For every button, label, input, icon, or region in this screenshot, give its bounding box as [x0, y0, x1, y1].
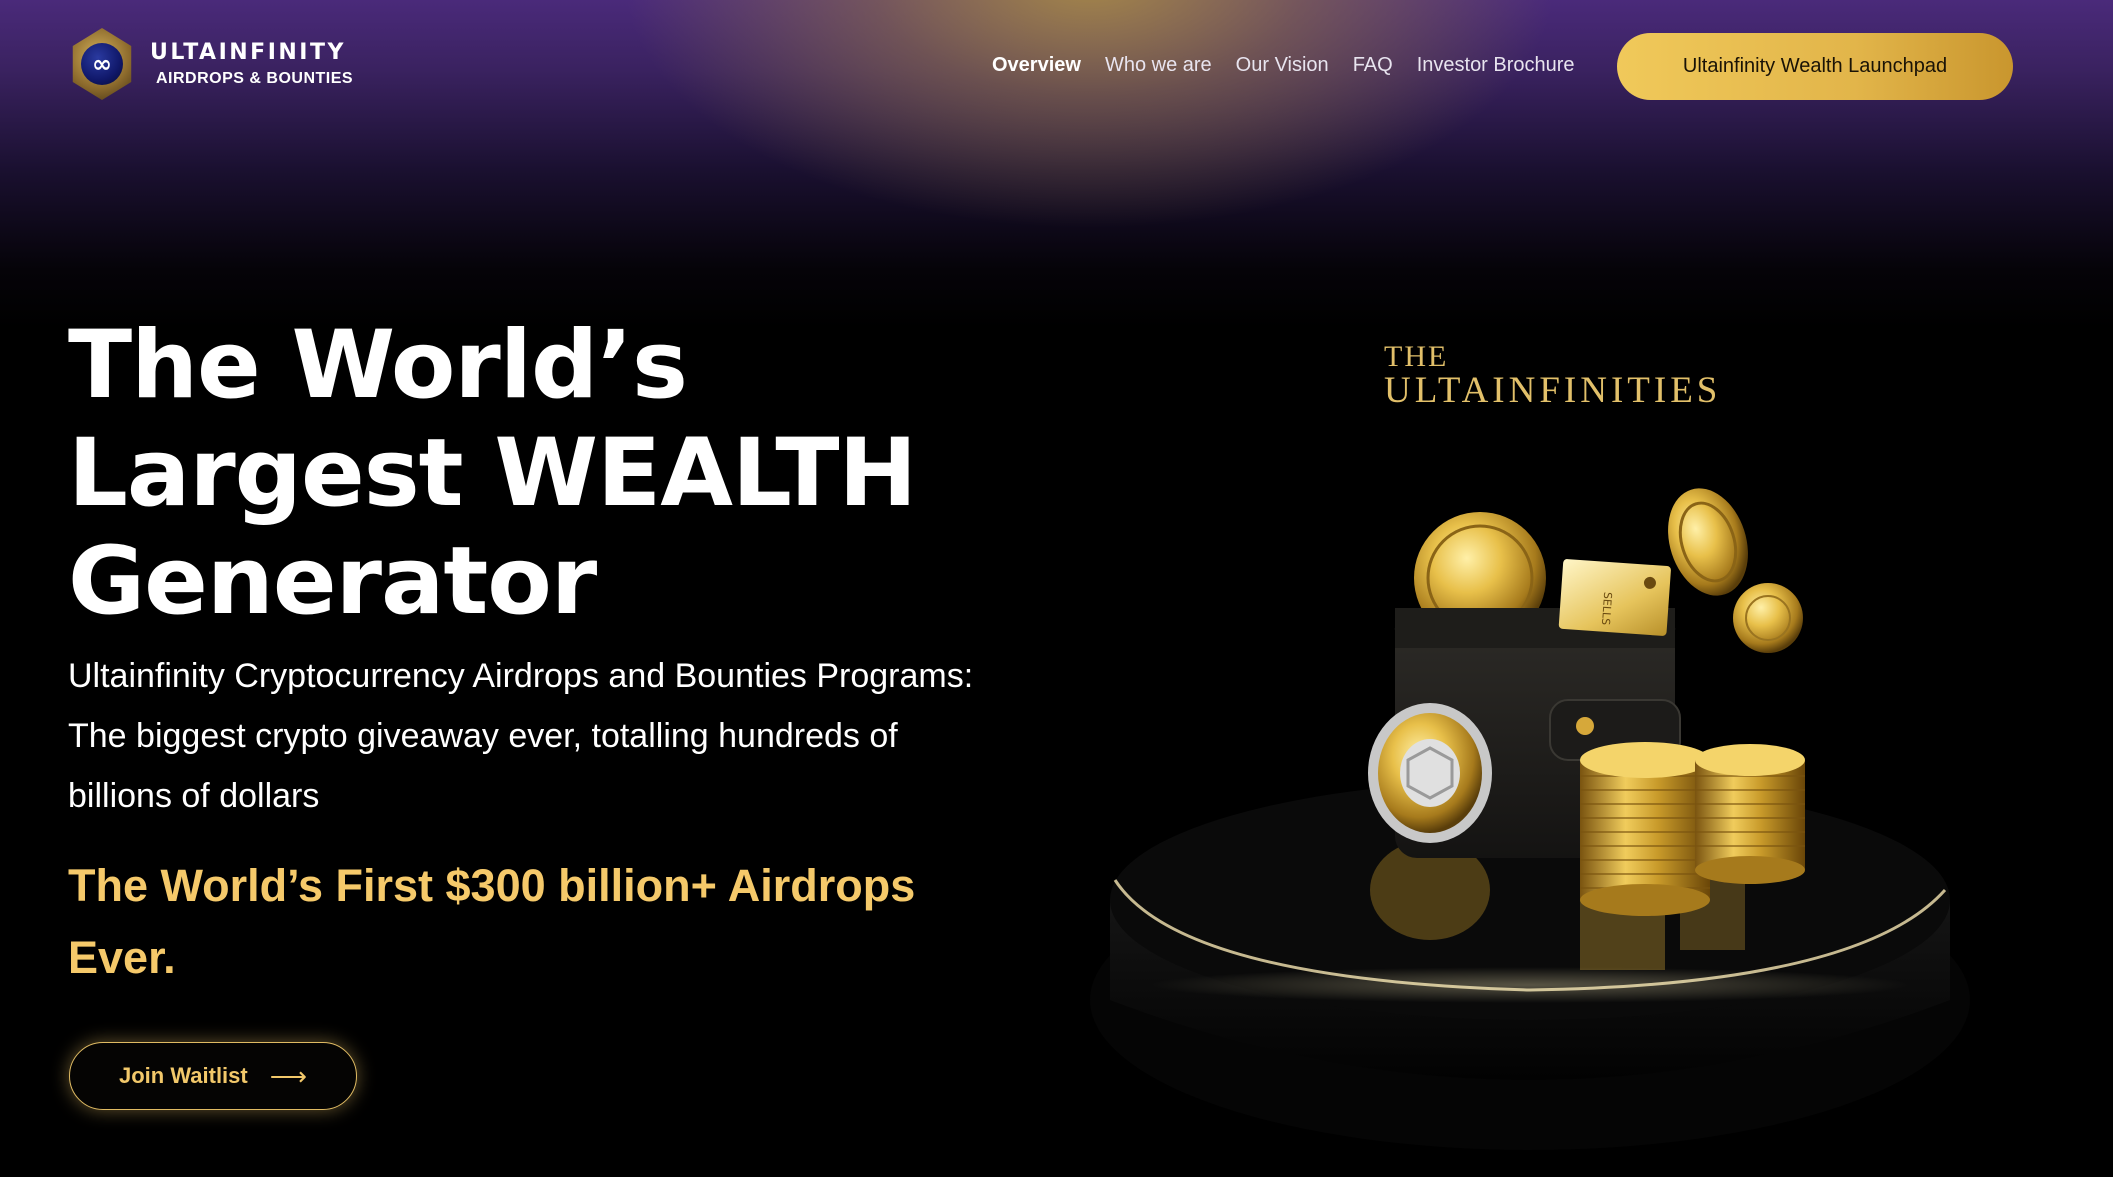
nav-who-we-are[interactable]: Who we are	[1105, 54, 1212, 77]
coin-stack-short	[1695, 744, 1805, 884]
flying-coin-large	[1668, 488, 1748, 596]
nav-our-vision[interactable]: Our Vision	[1236, 54, 1329, 77]
hero-title-line-1: The World’s	[68, 311, 688, 420]
brand-the: THE	[1384, 340, 1449, 373]
flying-coin-small	[1733, 583, 1803, 653]
nav-faq[interactable]: FAQ	[1353, 54, 1393, 77]
join-waitlist-button[interactable]: Join Waitlist ⟶	[69, 1042, 357, 1110]
logo-badge-icon: ∞	[68, 28, 136, 100]
site-logo[interactable]: ∞ ULTAINFINITY AIRDROPS & BOUNTIES	[68, 28, 353, 100]
brand-name: ULTAINFINITIES	[1384, 370, 1722, 411]
hero-title: The World’s Largest WEALTH Generator	[68, 312, 1008, 636]
logo-subtitle: AIRDROPS & BOUNTIES	[156, 70, 354, 87]
wealth-launchpad-button[interactable]: Ultainfinity Wealth Launchpad	[1617, 33, 2013, 100]
hero-description: Ultainfinity Cryptocurrency Airdrops and…	[68, 657, 974, 815]
join-waitlist-label: Join Waitlist	[118, 1063, 248, 1088]
logo-title: ULTAINFINITY	[150, 40, 346, 65]
arrow-right-icon: ⟶	[269, 1060, 308, 1091]
nav-investor-brochure[interactable]: Investor Brochure	[1417, 54, 1575, 77]
main-nav: Overview Who we are Our Vision FAQ Inves…	[992, 54, 1599, 77]
hero-title-line-2: Largest WEALTH	[68, 419, 917, 528]
gold-card	[1558, 559, 1671, 636]
wallet-coins-illustration: SELLS	[1090, 488, 1970, 1150]
card-text: SELLS	[1599, 592, 1614, 626]
infinity-icon: ∞	[81, 43, 123, 85]
hero-title-line-3: Generator	[68, 527, 597, 636]
hero-accent-text: The World’s First $300 billion+ Airdrops…	[68, 860, 916, 983]
nav-overview[interactable]: Overview	[992, 54, 1081, 77]
ultainfinities-brand: THE ULTAINFINITIES	[1384, 342, 1721, 410]
coin-stack-tall	[1580, 742, 1710, 916]
